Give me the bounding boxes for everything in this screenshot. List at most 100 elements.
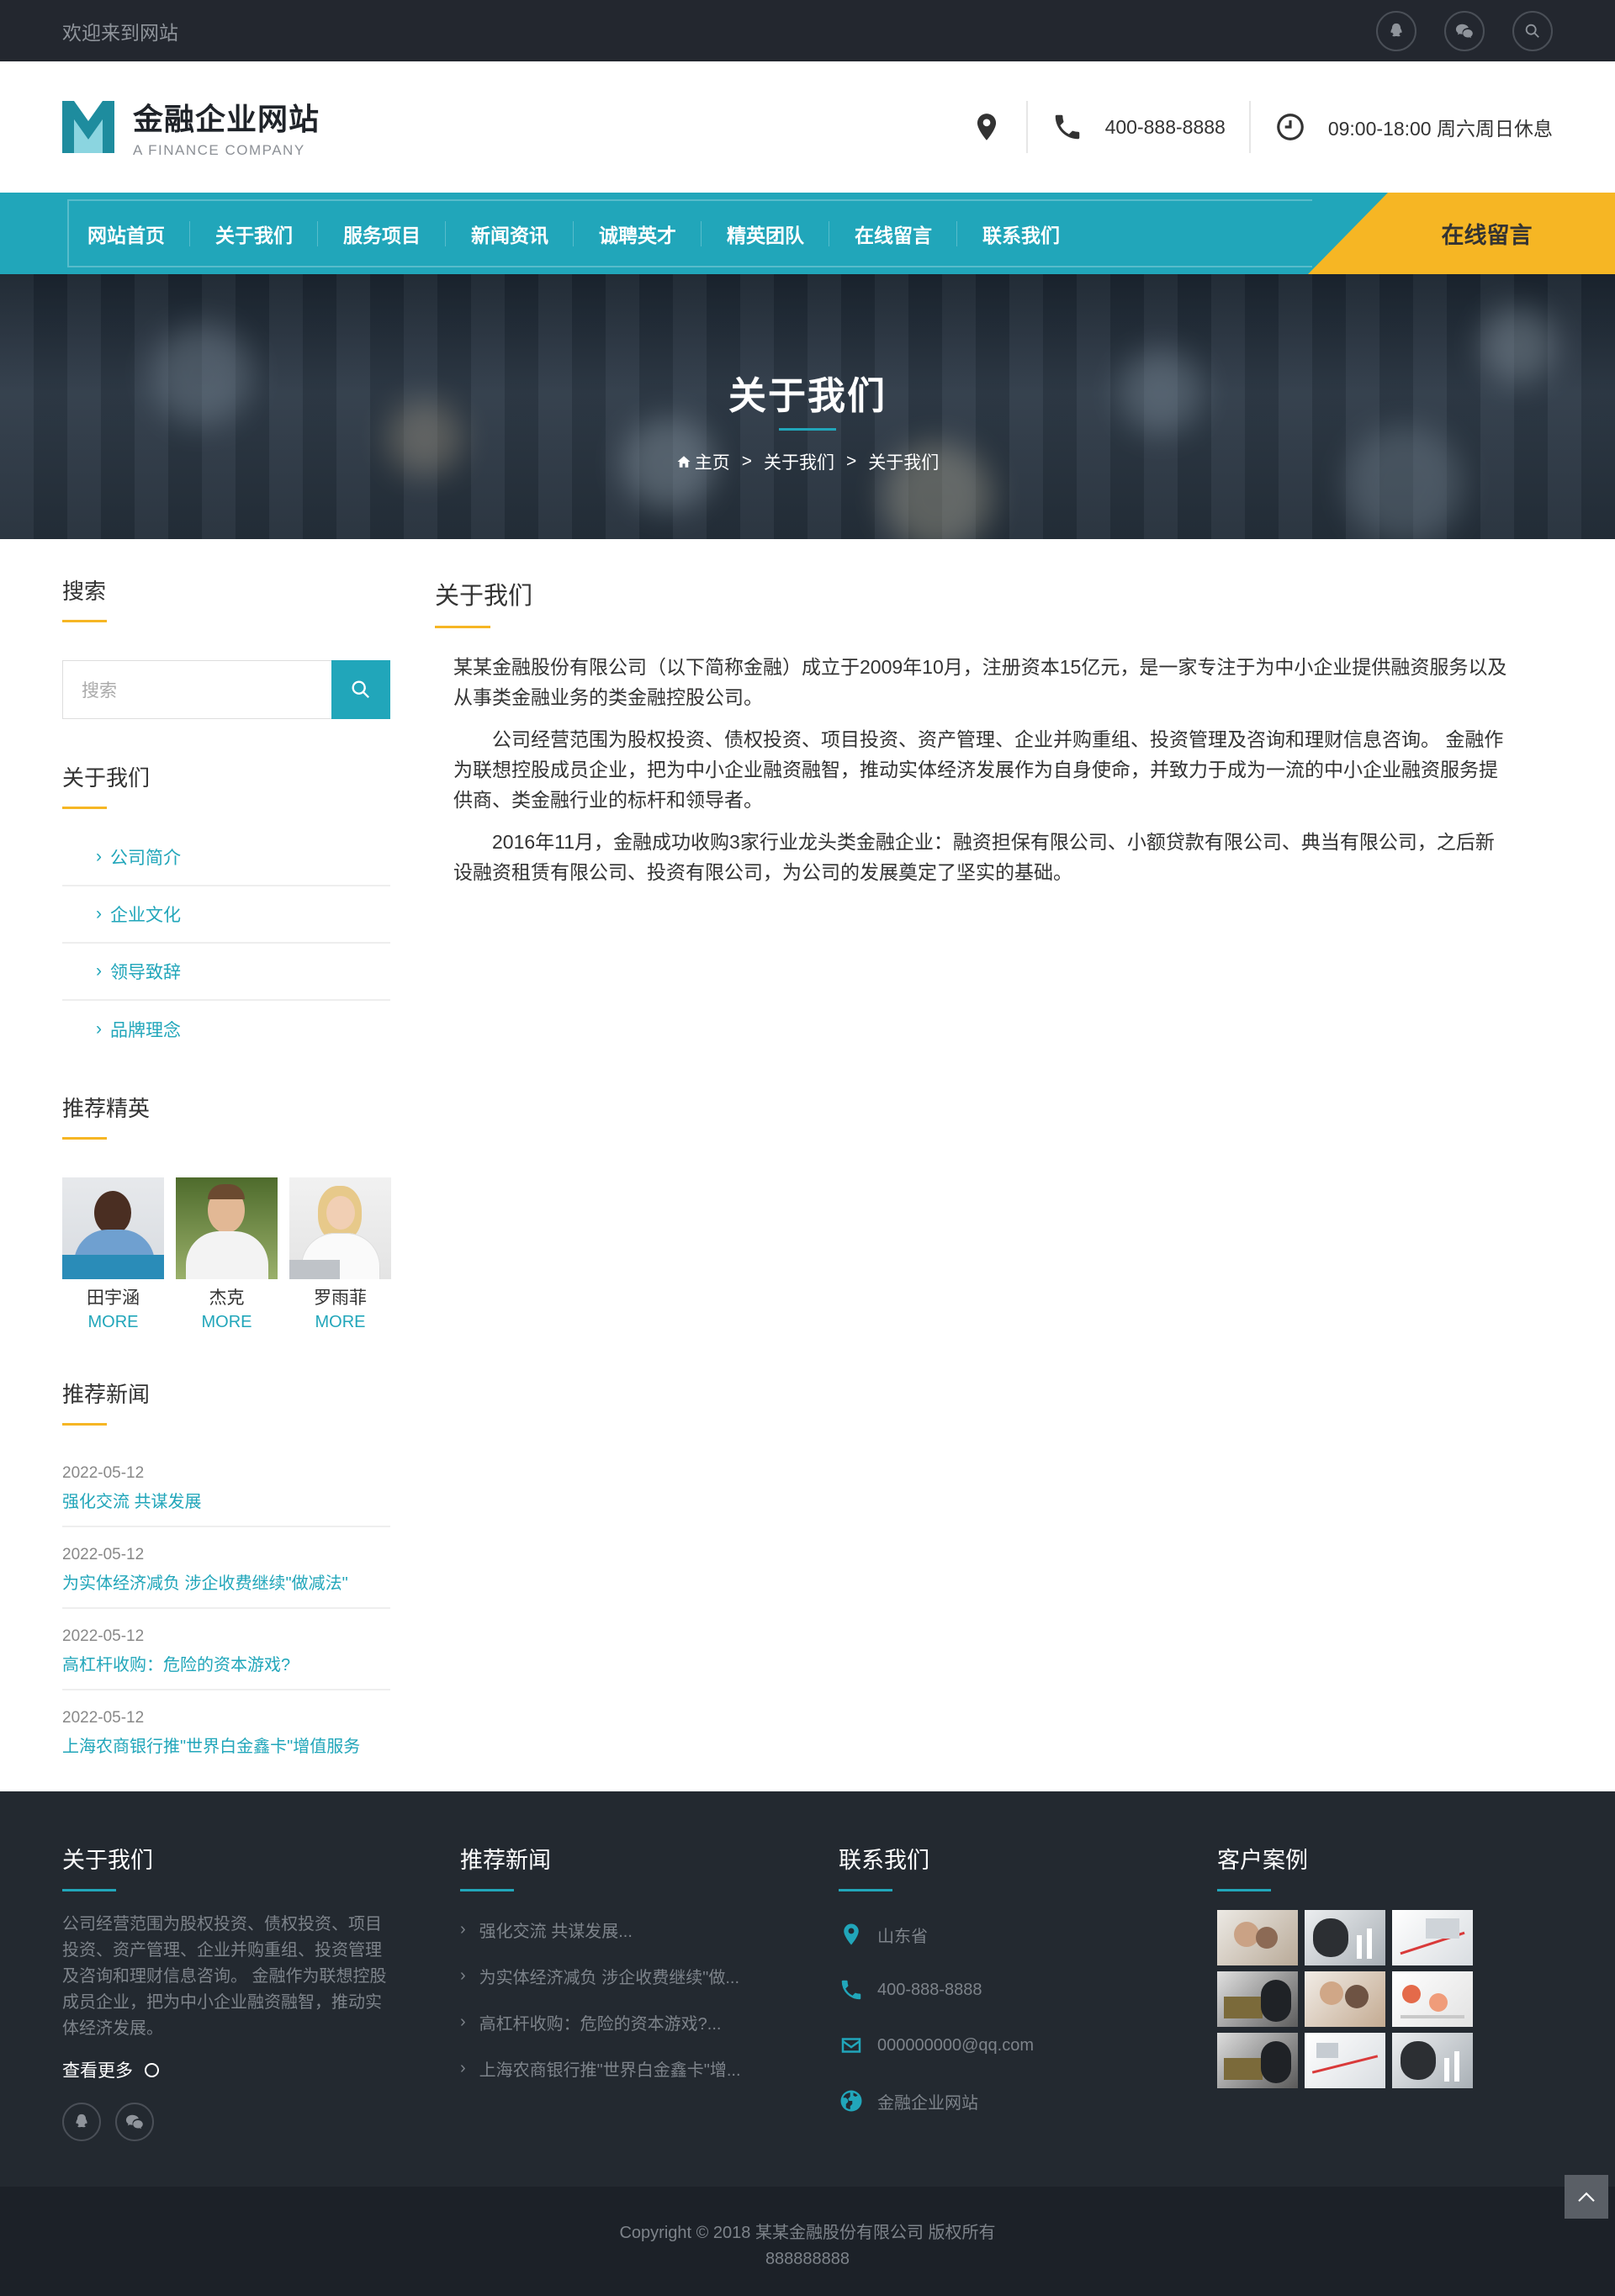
footer-more-link[interactable]: 查看更多 [62, 2057, 392, 2082]
news-title-link[interactable]: 强化交流 共谋发展 [62, 1488, 390, 1512]
search-icon[interactable] [1512, 10, 1553, 51]
case-thumbnail[interactable] [1217, 2033, 1298, 2088]
logo[interactable]: 金融企业网站 A FINANCE COMPANY [62, 95, 320, 159]
nav-item-contact[interactable]: 联系我们 [957, 193, 1085, 274]
footer-about: 关于我们 公司经营范围为股权投资、债权投资、项目投资、资产管理、企业并购重组、投… [62, 1842, 392, 2141]
page-title: 关于我们 [728, 374, 887, 417]
news-title-link[interactable]: 为实体经济减负 涉企收费继续"做减法" [62, 1569, 390, 1594]
header-hours: 09:00-18:00 周六周日休息 [1327, 118, 1553, 140]
nav-item-home[interactable]: 网站首页 [71, 193, 190, 274]
footer-contact: 联系我们 山东省 400-888-8888 000000000@qq.com 金… [839, 1842, 1034, 2129]
team-list: 田宇涵 MORE 杰克 MORE 罗雨菲 MORE [62, 1177, 391, 1332]
footer-about-heading: 关于我们 [62, 1842, 392, 1891]
news-title-link[interactable]: 上海农商银行推"世界白金鑫卡"增值服务 [62, 1733, 390, 1757]
home-icon [677, 456, 691, 468]
clock-icon [1276, 114, 1304, 140]
icp-number: 888888888 [765, 2250, 850, 2268]
logo-mark-icon [62, 101, 114, 153]
logo-title: 金融企业网站 [133, 102, 320, 136]
news-item: 2022-05-12 上海农商银行推"世界白金鑫卡"增值服务 [62, 1690, 390, 1770]
logo-subtitle: A FINANCE COMPANY [133, 142, 305, 158]
footer-website[interactable]: 金融企业网站 [839, 2073, 1034, 2129]
chevron-right-icon: › [460, 1966, 466, 1985]
news-item: 2022-05-12 为实体经济减负 涉企收费继续"做减法" [62, 1527, 390, 1609]
case-thumbnail[interactable] [1217, 1971, 1298, 2027]
mail-icon [841, 2038, 861, 2053]
team-member[interactable]: 罗雨菲 MORE [289, 1177, 391, 1332]
online-message-button[interactable]: 在线留言 [1308, 193, 1615, 274]
wechat-icon[interactable] [115, 2103, 154, 2141]
wechat-icon[interactable] [1444, 10, 1485, 51]
chevron-right-icon: › [96, 847, 102, 866]
breadcrumb-about[interactable]: 关于我们 [764, 449, 834, 474]
member-more-link[interactable]: MORE [289, 1313, 391, 1332]
welcome-text: 欢迎来到网站 [62, 21, 178, 44]
nav-item-jobs[interactable]: 诚聘英才 [574, 193, 702, 274]
footer-address: 山东省 [839, 1907, 1034, 1962]
sidebar-news-list: 2022-05-12 强化交流 共谋发展 2022-05-12 为实体经济减负 … [62, 1446, 390, 1770]
member-name: 杰克 [209, 1288, 245, 1308]
search-input[interactable]: 搜索 [62, 660, 331, 719]
footer-cases: 客户案例 [1217, 1842, 1473, 2088]
news-item: 2022-05-12 高杠杆收购：危险的资本游戏? [62, 1609, 390, 1690]
avatar[interactable] [289, 1177, 391, 1279]
category-item[interactable]: › 品牌理念 [62, 1001, 390, 1058]
footer-news-link[interactable]: › 强化交流 共谋发展... [460, 1907, 741, 1953]
category-item[interactable]: › 公司简介 [62, 829, 390, 886]
footer-news-link[interactable]: › 高杠杆收购：危险的资本游戏?... [460, 1999, 741, 2045]
qq-icon[interactable] [62, 2103, 101, 2141]
footer-email[interactable]: 000000000@qq.com [839, 2018, 1034, 2073]
article-body: 某某金融股份有限公司（以下简称金融）成立于2009年10月，注册资本15亿元，是… [435, 652, 1528, 887]
footer-news-link[interactable]: › 上海农商银行推"世界白金鑫卡"增... [460, 2045, 741, 2092]
map-pin-icon [977, 114, 996, 140]
arrow-circle-icon [145, 2062, 159, 2077]
category-item[interactable]: › 企业文化 [62, 886, 390, 944]
footer-news-link[interactable]: › 为实体经济减负 涉企收费继续"做... [460, 1953, 741, 1999]
case-thumbnail[interactable] [1305, 2033, 1385, 2088]
qq-icon[interactable] [1376, 10, 1416, 51]
sidebar: 搜索 搜索 关于我们 › 公司简介 › 企业文化 › 领导致辞 › 品牌理念 推荐精英 … [62, 574, 391, 1770]
footer-about-text: 公司经营范围为股权投资、债权投资、项目投资、资产管理、企业并购重组、投资管理及咨… [62, 1915, 387, 2038]
nav-item-services[interactable]: 服务项目 [318, 193, 446, 274]
case-thumbnail[interactable] [1217, 1910, 1298, 1965]
nav-item-team[interactable]: 精英团队 [702, 193, 829, 274]
copyright-bar: Copyright © 2018 某某金融股份有限公司 版权所有 8888888… [0, 2187, 1615, 2296]
main-content: 搜索 搜索 关于我们 › 公司简介 › 企业文化 › 领导致辞 › 品牌理念 推荐精英 … [0, 539, 1615, 1791]
category-item[interactable]: › 领导致辞 [62, 944, 390, 1001]
search-button[interactable] [331, 660, 390, 719]
member-more-link[interactable]: MORE [62, 1313, 164, 1332]
news-title-link[interactable]: 高杠杆收购：危险的资本游戏? [62, 1651, 390, 1675]
team-member[interactable]: 杰克 MORE [176, 1177, 278, 1332]
chevron-right-icon: › [460, 2059, 466, 2077]
avatar[interactable] [176, 1177, 278, 1279]
location-item [971, 101, 1026, 153]
member-name: 罗雨菲 [314, 1288, 367, 1308]
about-heading: 关于我们 [62, 761, 390, 809]
chevron-up-icon [1578, 2192, 1595, 2202]
case-thumbnail[interactable] [1305, 1910, 1385, 1965]
article-paragraph: 2016年11月，金融成功收购3家行业龙头类金融企业：融资担保有限公司、小额贷款… [453, 831, 1495, 883]
hours-item: 09:00-18:00 周六周日休息 [1248, 101, 1553, 153]
article-paragraph: 某某金融股份有限公司（以下简称金融）成立于2009年10月，注册资本15亿元，是… [453, 656, 1507, 708]
footer-cases-heading: 客户案例 [1217, 1842, 1473, 1891]
member-name: 田宇涵 [87, 1288, 140, 1308]
nav-item-message[interactable]: 在线留言 [829, 193, 957, 274]
case-thumbnail[interactable] [1392, 2033, 1473, 2088]
globe-icon [840, 2090, 862, 2112]
case-thumbnail[interactable] [1392, 1971, 1473, 2027]
phone-icon [841, 1980, 861, 2000]
case-thumbnail[interactable] [1305, 1971, 1385, 2027]
chevron-right-icon: › [460, 2013, 466, 2031]
nav-item-news[interactable]: 新闻资讯 [446, 193, 574, 274]
site-footer: 关于我们 公司经营范围为股权投资、债权投资、项目投资、资产管理、企业并购重组、投… [0, 1791, 1615, 2187]
case-thumbnail[interactable] [1392, 1910, 1473, 1965]
member-more-link[interactable]: MORE [176, 1313, 278, 1332]
team-member[interactable]: 田宇涵 MORE [62, 1177, 164, 1332]
breadcrumb-home[interactable]: 主页 [676, 449, 730, 474]
avatar[interactable] [62, 1177, 164, 1279]
nav-item-about[interactable]: 关于我们 [190, 193, 318, 274]
chevron-right-icon: › [96, 904, 102, 923]
back-to-top-button[interactable] [1565, 2175, 1608, 2219]
news-date: 2022-05-12 [62, 1546, 145, 1563]
map-pin-icon [844, 1923, 859, 1945]
